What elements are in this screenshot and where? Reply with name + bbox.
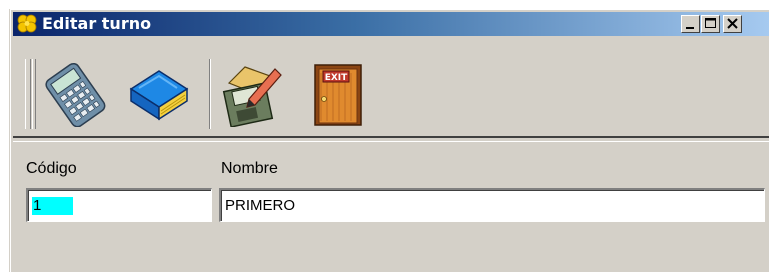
exit-button[interactable]: EXIT [305,61,371,127]
svg-text:EXIT: EXIT [325,73,348,83]
minimize-button[interactable] [681,15,700,33]
title-bar[interactable]: Editar turno [13,12,769,36]
nombre-value: PRIMERO [225,197,296,214]
toolbar-separator [209,59,211,129]
maximize-button[interactable] [701,15,720,33]
nombre-field[interactable]: PRIMERO [219,188,765,222]
codigo-label: Código [26,160,77,177]
toolbar-grip-secondary[interactable] [32,59,36,129]
codigo-field[interactable]: 1 [26,188,212,222]
minimize-icon [686,27,694,29]
maximize-icon [705,18,716,28]
edit-save-icon [222,66,282,128]
calculator-icon [45,62,106,128]
book-icon [129,70,189,121]
nombre-label: Nombre [221,160,278,177]
toolbar-grip[interactable] [25,59,31,129]
toolbar-divider [13,136,769,142]
toolbar: EXIT [13,37,769,135]
close-icon [727,18,738,29]
exit-door-icon: EXIT [314,64,362,126]
book-button[interactable] [125,61,191,127]
codigo-value: 1 [32,197,73,215]
window-title: Editar turno [42,14,152,33]
save-edit-button[interactable] [219,61,285,128]
edit-shift-window: Editar turno EXIT Código Nombre 1 PRIMER… [9,9,769,272]
clover-app-icon [17,14,37,33]
calculator-button[interactable] [43,61,109,128]
close-button[interactable] [723,15,742,33]
